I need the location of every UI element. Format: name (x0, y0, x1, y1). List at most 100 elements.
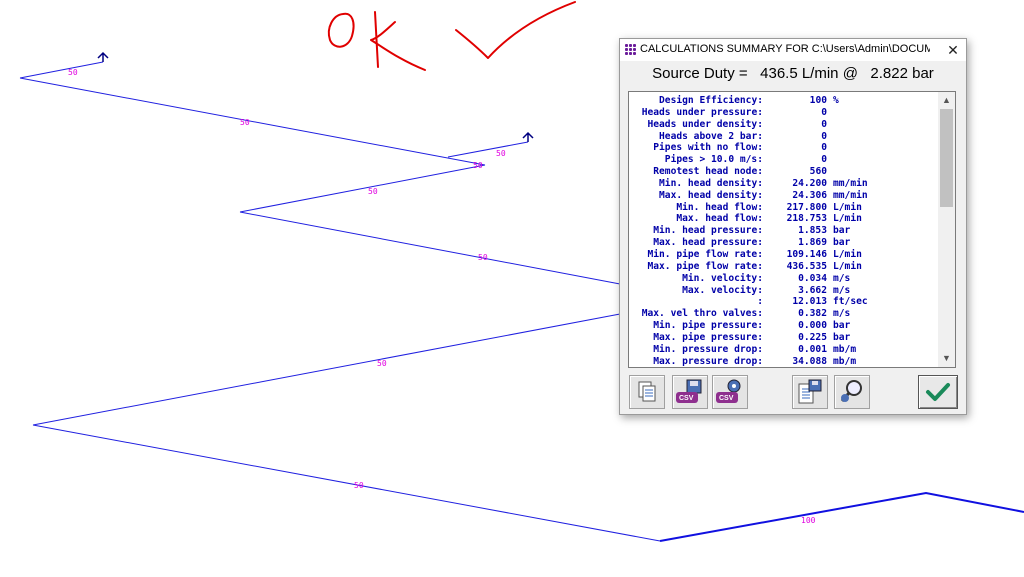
summary-list: Design Efficiency: 100% Heads under press… (629, 95, 868, 367)
copy-button[interactable] (629, 375, 665, 409)
pipe-size-label: 50 (240, 118, 250, 127)
csv-label: CSV (719, 395, 734, 402)
row-label: Max. pressure drop: (653, 355, 763, 367)
row-unit: bar (833, 331, 851, 343)
row-unit: bar (833, 225, 851, 237)
pipe-size-label: 50 (68, 68, 78, 77)
pipe-segment[interactable] (32, 313, 621, 426)
checkmark-icon (926, 383, 950, 401)
pipe-size-label: 50 (377, 359, 387, 368)
app-grid-icon (625, 44, 636, 55)
row-value: 217.800 (786, 201, 827, 213)
row-value: 0 (821, 154, 827, 166)
row-unit: L/min (833, 213, 862, 225)
row-value: 1.853 (798, 225, 827, 237)
summary-row: Min. head flow: 217.800 L/min (629, 202, 868, 214)
pipe-size-label: 50 (496, 149, 506, 158)
row-unit: L/min (833, 248, 862, 260)
csv-settings-button[interactable]: CSV (712, 375, 748, 409)
calculations-summary-dialog[interactable]: CALCULATIONS SUMMARY FOR C:\Users\Admin\… (619, 38, 967, 415)
summary-listbox[interactable]: Design Efficiency: 100% Heads under press… (628, 91, 956, 368)
csv-label: CSV (679, 395, 694, 402)
source-duty-text: Source Duty = 436.5 L/min @ 2.822 bar (652, 65, 934, 82)
pipe-segment[interactable] (239, 164, 486, 213)
summary-row: Min. head pressure: 1.853 bar (629, 225, 868, 237)
row-label: Pipes > 10.0 m/s: (664, 154, 763, 166)
row-value: 109.146 (786, 248, 827, 260)
save-csv-button[interactable]: CSV (672, 375, 708, 409)
scroll-thumb[interactable] (940, 109, 953, 207)
row-unit: L/min (833, 201, 862, 213)
row-unit: bar (833, 237, 851, 249)
row-unit: % (833, 95, 839, 106)
main-pipe-segment[interactable] (659, 491, 1024, 542)
row-label: Max. pipe flow rate: (647, 260, 763, 272)
pipe-size-label: 100 (801, 516, 816, 525)
row-label: Heads under density: (647, 118, 763, 130)
row-label: Max. pipe pressure: (653, 331, 763, 343)
summary-row: Min. head density: 24.200 mm/min (629, 178, 868, 190)
pipe-segment[interactable] (19, 61, 104, 79)
riser-arrow-icon (97, 51, 109, 62)
summary-row: Max. pipe flow rate: 436.535 L/min (629, 261, 868, 273)
scroll-up-arrow-icon[interactable]: ▲ (938, 92, 955, 109)
row-unit: m/s (833, 284, 851, 296)
row-label: Design Efficiency: (659, 95, 763, 106)
summary-row: Max. head pressure: 1.869 bar (629, 237, 868, 249)
row-label: Max. head pressure: (653, 237, 763, 249)
row-unit: mm/min (833, 189, 868, 201)
vertical-scrollbar[interactable]: ▲ ▼ (938, 92, 955, 367)
row-value: 0.382 (798, 308, 827, 320)
row-unit: ft/sec (833, 296, 868, 308)
row-value: 560 (809, 166, 827, 178)
summary-row: Min. pipe pressure: 0.000 bar (629, 320, 868, 332)
row-value: 3.662 (798, 284, 827, 296)
dialog-titlebar[interactable]: CALCULATIONS SUMMARY FOR C:\Users\Admin\… (620, 39, 966, 61)
close-button[interactable]: ✕ (940, 39, 966, 61)
summary-row: Min. pipe flow rate: 109.146 L/min (629, 249, 868, 261)
pipe-size-label: 50 (473, 161, 483, 170)
summary-row: Max. head density: 24.306 mm/min (629, 190, 868, 202)
row-unit: m/s (833, 308, 851, 320)
riser-arrow-icon (522, 131, 534, 142)
row-unit: L/min (833, 260, 862, 272)
row-unit: mb/m (833, 355, 857, 367)
row-label: Max. head density: (659, 189, 763, 201)
row-unit: bar (833, 320, 851, 332)
row-label: Max. vel thro valves: (641, 308, 763, 320)
row-label: Min. pipe flow rate: (647, 248, 763, 260)
row-label: Min. pressure drop: (653, 343, 763, 355)
row-value: 100 (809, 95, 827, 106)
row-value: 0.225 (798, 331, 827, 343)
row-unit: m/s (833, 272, 851, 284)
save-report-icon (798, 379, 822, 404)
row-label: Max. velocity: (682, 284, 763, 296)
pipe-size-label: 50 (368, 187, 378, 196)
ok-button[interactable] (918, 375, 958, 409)
save-report-button[interactable] (792, 375, 828, 409)
save-csv-icon (676, 379, 702, 403)
row-label: Heads under pressure: (641, 106, 763, 118)
row-value: 0.034 (798, 272, 827, 284)
row-label: : (757, 296, 763, 308)
row-value: 0.001 (798, 343, 827, 355)
summary-row: Design Efficiency: 100% (629, 95, 868, 107)
summary-row: Heads under pressure: 0 (629, 107, 868, 119)
row-label: Min. head density: (659, 177, 763, 189)
row-label: Min. head flow: (676, 201, 763, 213)
pipe-segment[interactable] (447, 141, 529, 158)
pipe-segment[interactable] (19, 77, 486, 166)
scroll-down-arrow-icon[interactable]: ▼ (938, 350, 955, 367)
pipe-segment[interactable] (239, 211, 621, 285)
csv-settings-icon (716, 379, 741, 403)
row-label: Min. pipe pressure: (653, 320, 763, 332)
summary-row: Max. vel thro valves: 0.382 m/s (629, 308, 868, 320)
row-value: 218.753 (786, 213, 827, 225)
row-label: Pipes with no flow: (653, 142, 763, 154)
search-settings-button[interactable] (834, 375, 870, 409)
pipe-segment[interactable] (32, 424, 661, 542)
summary-row: Heads above 2 bar: 0 (629, 131, 868, 143)
handwritten-ok-annotation (327, 1, 576, 71)
magnifier-gear-icon (840, 380, 862, 402)
row-value: 0 (821, 106, 827, 118)
